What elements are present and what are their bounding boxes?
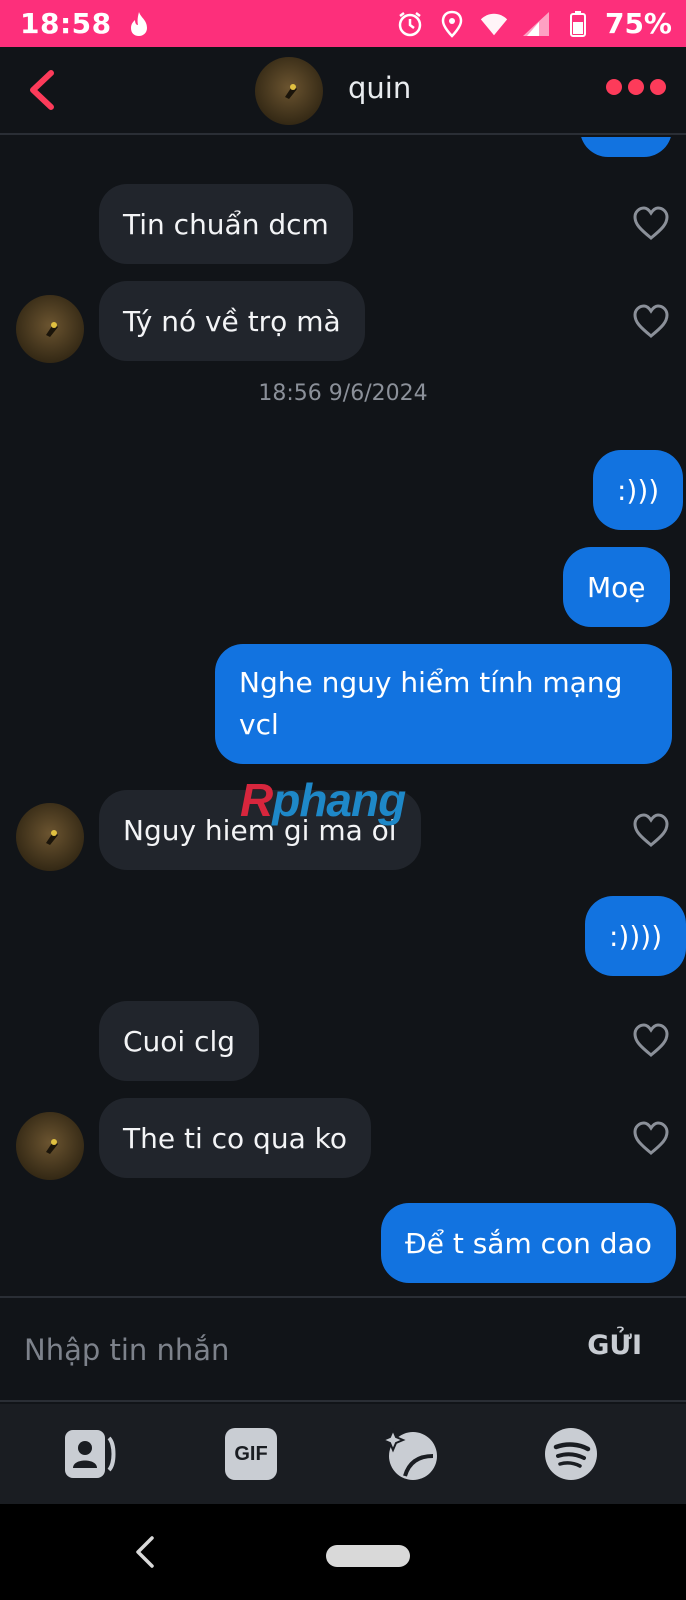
message-text: The ti co qua ko [123,1121,347,1155]
spotify-icon [545,1428,597,1480]
signal-icon [521,9,551,39]
gif-icon: GIF [234,1442,268,1465]
message-composer: GỬI [0,1296,686,1402]
message-text: Moẹ [587,570,646,604]
sparkle-sticker-icon [383,1427,437,1480]
status-bar: 18:58 75% [0,0,686,47]
message-bubble-outgoing[interactable]: :))) [593,450,684,530]
message-text: :))) [617,473,660,507]
like-heart-icon[interactable] [632,1120,670,1156]
sticker-button[interactable] [383,1426,439,1482]
message-bubble-outgoing[interactable]: Nghe nguy hiểm tính mạng vcl [215,644,672,764]
status-right: 75% [395,7,672,40]
message-text: Cuoi clg [123,1024,236,1058]
message-bubble-outgoing[interactable]: Để t sắm con dao [381,1203,676,1283]
send-button[interactable]: GỬI [587,1330,642,1361]
contact-name[interactable]: quin [348,71,411,105]
alarm-icon [395,9,425,39]
message-bubble-partial [580,137,672,157]
like-heart-icon[interactable] [632,303,670,339]
chevron-left-icon [30,70,54,110]
message-input[interactable] [24,1326,544,1374]
more-options-button[interactable] [606,79,666,95]
battery-icon [563,9,593,39]
like-heart-icon[interactable] [632,812,670,848]
back-button[interactable] [22,67,62,113]
message-text: Tý nó về trọ mà [123,304,341,338]
chat-thread[interactable]: Tin chuẩn dcm Tý nó về trọ mà 18:56 9/6/… [0,137,686,1295]
tinder-flame-icon [124,9,154,39]
message-bubble-incoming[interactable]: Tý nó về trọ mà [99,281,365,361]
sender-avatar[interactable] [16,803,84,871]
spotify-button[interactable] [543,1426,599,1482]
like-heart-icon[interactable] [632,205,670,241]
sender-avatar[interactable] [16,1112,84,1180]
nav-home-pill[interactable] [326,1545,410,1567]
more-dots-icon [606,79,622,95]
chat-header: quin [0,47,686,135]
watermark-logo: Rphang [240,774,406,826]
header-avatar[interactable] [255,57,323,125]
message-text: Nghe nguy hiểm tính mạng vcl [239,666,623,741]
message-text: :)))) [609,919,663,953]
message-timestamp: 18:56 9/6/2024 [258,381,428,406]
attachment-toolbar: GIF [0,1404,686,1504]
gif-button[interactable]: GIF [223,1426,279,1482]
contact-card-button[interactable] [63,1426,119,1482]
location-icon [437,9,467,39]
message-bubble-outgoing[interactable]: Moẹ [563,547,670,627]
message-bubble-outgoing[interactable]: :)))) [585,896,686,976]
message-bubble-incoming[interactable]: The ti co qua ko [99,1098,371,1178]
message-bubble-incoming[interactable]: Tin chuẩn dcm [99,184,353,264]
sender-avatar[interactable] [16,295,84,363]
system-nav-bar [0,1504,686,1600]
status-time: 18:58 [20,7,112,40]
status-left: 18:58 [20,7,154,40]
message-text: Để t sắm con dao [405,1226,652,1260]
message-bubble-incoming[interactable]: Cuoi clg [99,1001,260,1081]
wifi-icon [479,9,509,39]
battery-percent: 75% [604,7,672,40]
contact-card-icon [65,1430,116,1478]
message-text: Tin chuẩn dcm [123,207,329,241]
like-heart-icon[interactable] [632,1022,670,1058]
nav-back-icon[interactable] [128,1534,164,1570]
